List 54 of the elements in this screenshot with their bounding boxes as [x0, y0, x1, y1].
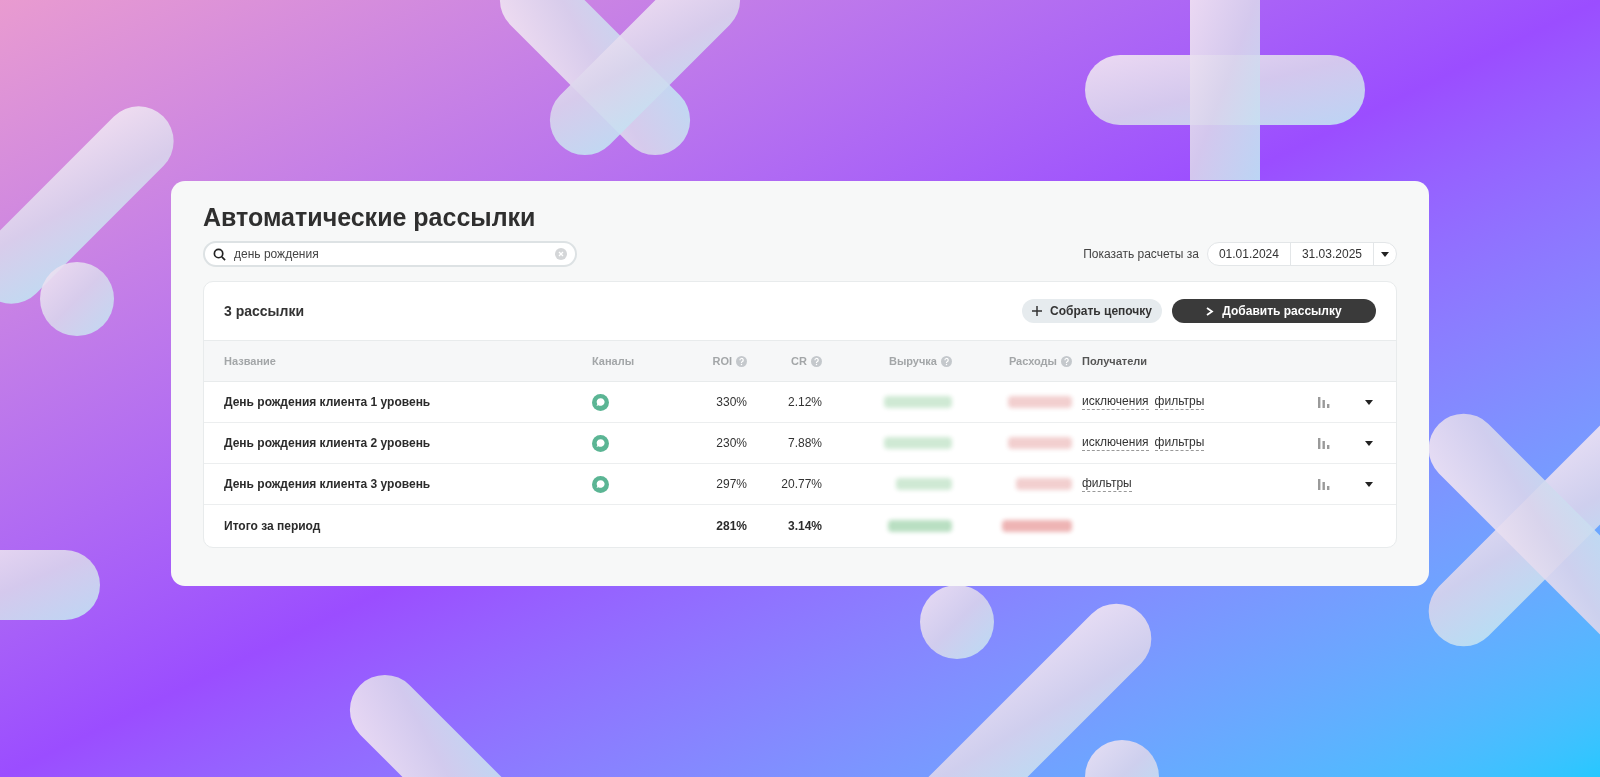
search-field[interactable]: день рождения [203, 241, 577, 267]
list-count: 3 рассылки [224, 301, 305, 321]
plus-icon [1032, 306, 1042, 316]
blurred-value [1016, 478, 1072, 490]
blurred-value [884, 437, 952, 449]
recipient-link[interactable]: фильтры [1082, 476, 1132, 492]
recipient-link[interactable]: фильтры [1154, 435, 1205, 451]
caret-icon[interactable] [1365, 481, 1373, 487]
cr-value: 7.88% [786, 435, 822, 452]
search-input[interactable]: день рождения [234, 245, 547, 263]
cr-value: 2.12% [786, 394, 822, 411]
mailing-name[interactable]: День рождения клиента 3 уровень [224, 475, 592, 493]
chat-channel-icon [592, 475, 609, 493]
chevron-right-icon [1206, 306, 1215, 316]
blurred-value [1008, 396, 1072, 408]
roi-value: 230% [715, 435, 747, 452]
chat-channel-icon [592, 434, 609, 452]
recipient-link[interactable]: фильтры [1154, 394, 1205, 410]
caret-icon[interactable] [1365, 440, 1373, 446]
total-roi: 281% [715, 518, 747, 535]
build-chain-button[interactable]: Собрать цепочку [1022, 299, 1162, 323]
column-header: Получатели [1082, 353, 1148, 369]
cr-value: 20.77% [780, 476, 822, 493]
column-header: Выручка [888, 353, 937, 369]
mailing-name[interactable]: День рождения клиента 2 уровень [224, 434, 592, 452]
caret-icon [1381, 251, 1389, 257]
recipient-link[interactable]: исключения [1082, 435, 1149, 451]
date-to-field[interactable]: 31.03.2025 [1290, 243, 1374, 265]
total-label: Итого за период [224, 518, 322, 535]
blurred-value [888, 520, 952, 532]
total-cr: 3.14% [786, 518, 822, 535]
period-label: Показать расчеты за [1083, 246, 1199, 263]
mailing-name[interactable]: День рождения клиента 1 уровень [224, 393, 592, 411]
roi-value: 330% [715, 394, 747, 411]
roi-value: 297% [715, 476, 747, 493]
bar-chart-icon[interactable] [1317, 437, 1331, 449]
chat-channel-icon [592, 393, 609, 411]
bar-chart-icon[interactable] [1317, 396, 1331, 408]
column-header: Расходы [1008, 353, 1057, 369]
add-mailing-button[interactable]: Добавить рассылку [1172, 299, 1376, 323]
blurred-value [884, 396, 952, 408]
blurred-value [1008, 437, 1072, 449]
search-icon [213, 247, 226, 261]
bar-chart-icon[interactable] [1317, 478, 1331, 490]
column-header: Название [224, 353, 276, 369]
blurred-value [896, 478, 952, 490]
blurred-value [1002, 520, 1072, 532]
column-header: Каналы [592, 353, 635, 369]
column-header: ROI [712, 353, 732, 369]
caret-icon[interactable] [1365, 399, 1373, 405]
recipient-link[interactable]: исключения [1082, 394, 1149, 410]
date-from-field[interactable]: 01.01.2024 [1207, 243, 1291, 265]
column-header: CR [791, 353, 807, 369]
page-title: Автоматические рассылки [203, 202, 537, 233]
